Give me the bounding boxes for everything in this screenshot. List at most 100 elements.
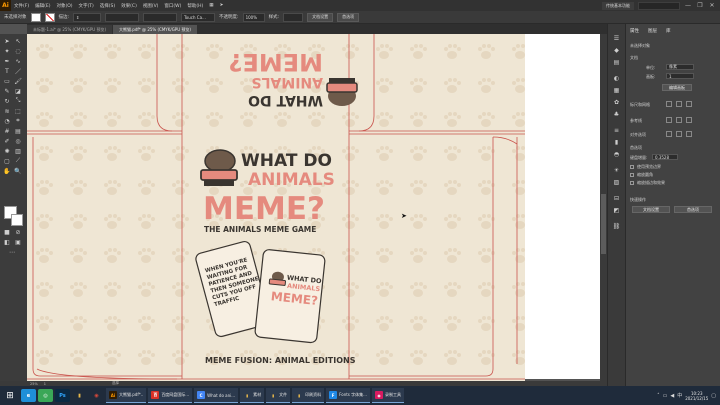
gradient-icon[interactable]: ▮	[612, 138, 621, 147]
symbols-icon[interactable]: ♣	[612, 110, 621, 119]
taskbar-app-folder-material[interactable]: ▮ 素材	[240, 388, 265, 403]
canvas-area[interactable]: WHAT DO ANIMALS MEME? WHAT DO ANIMALS ME…	[27, 34, 607, 386]
volume-icon[interactable]: ◀	[670, 393, 674, 399]
screen-mode-icon[interactable]: ▣	[14, 238, 22, 246]
quick-preferences-button[interactable]: 首选项	[674, 206, 712, 213]
artboard-select[interactable]: 1	[666, 73, 694, 79]
menu-effect[interactable]: 效果(C)	[118, 3, 140, 9]
stroke-color-swatch[interactable]	[11, 214, 23, 226]
color-mode-icon[interactable]: ■	[3, 228, 11, 236]
scale-strokes-checkbox[interactable]	[630, 181, 634, 185]
zoom-level[interactable]: 25%	[30, 382, 38, 386]
gradient-tool-icon[interactable]: ▤	[14, 127, 22, 135]
snap-pixel-icon[interactable]	[686, 131, 692, 137]
draw-mode-icon[interactable]: ◧	[3, 238, 11, 246]
tab-layers[interactable]: 图层	[648, 28, 657, 34]
fill-swatch[interactable]	[30, 12, 41, 22]
lock-guides-icon[interactable]	[676, 117, 682, 123]
taskbar-app-folder-print[interactable]: ▮ 印刷资料	[292, 388, 325, 403]
variable-width-field[interactable]	[105, 12, 140, 22]
libraries-icon[interactable]: ▤	[612, 58, 621, 67]
free-transform-icon[interactable]: ⬚	[14, 107, 22, 115]
taskbar-app-illustrator[interactable]: Ai 大熊猫.pdf*..	[106, 388, 147, 403]
document-setup-button[interactable]: 文档设置	[307, 12, 334, 22]
tab-libraries[interactable]: 库	[666, 28, 671, 34]
input-method-icon[interactable]: 中	[677, 392, 682, 399]
style-swatch[interactable]	[283, 12, 304, 22]
curvature-tool-icon[interactable]: ∿	[14, 57, 22, 65]
hand-tool-icon[interactable]: ✋	[3, 167, 11, 175]
menu-select[interactable]: 选择(S)	[97, 3, 118, 9]
grid-icon[interactable]	[676, 101, 682, 107]
units-select[interactable]: 像素	[666, 64, 694, 70]
minimize-button[interactable]: —	[684, 2, 692, 9]
network-icon[interactable]: ▭	[663, 393, 668, 399]
paintbrush-tool-icon[interactable]: 🖌	[14, 77, 22, 85]
send-icon[interactable]: ➤	[217, 3, 227, 8]
menu-window[interactable]: 窗口(W)	[161, 3, 184, 9]
type-tool-icon[interactable]: T	[3, 67, 11, 75]
rectangle-tool-icon[interactable]: ▭	[3, 77, 11, 85]
graphic-styles-icon[interactable]: ▨	[612, 178, 621, 187]
layers-icon[interactable]: ◆	[612, 46, 621, 55]
search-input[interactable]	[638, 1, 680, 10]
appearance-icon[interactable]: ☀	[612, 166, 621, 175]
taskbar-app-chrome[interactable]: C What do ani...	[194, 388, 239, 403]
keyboard-increment-field[interactable]: 0.3528	[652, 154, 678, 160]
arrange-documents-icon[interactable]: ▦	[206, 3, 216, 8]
preferences-button[interactable]: 首选项	[337, 12, 360, 22]
menu-type[interactable]: 文字(T)	[76, 3, 97, 9]
scrollbar-thumb[interactable]	[601, 194, 606, 254]
magic-wand-icon[interactable]: ✦	[3, 47, 11, 55]
artboard-navigator[interactable]: 1	[44, 382, 46, 386]
maximize-button[interactable]: ❐	[696, 2, 704, 9]
zoom-tool-icon[interactable]: 🔍	[14, 167, 22, 175]
selection-tool-icon[interactable]: ➤	[3, 37, 11, 45]
none-color-icon[interactable]: ⊘	[14, 228, 22, 236]
stroke-swatch[interactable]	[44, 12, 55, 22]
workspace-switcher[interactable]: 传统基本功能	[602, 1, 634, 10]
menu-file[interactable]: 文件(F)	[11, 3, 32, 9]
scale-corners-checkbox[interactable]	[630, 173, 634, 177]
brush-select[interactable]: Touch Ca...	[181, 12, 216, 22]
brushes-icon[interactable]: ✿	[612, 98, 621, 107]
taskbar-app-fonts[interactable]: F Fonts 字体集...	[326, 388, 370, 403]
transparency-icon[interactable]: ◓	[612, 150, 621, 159]
eyedropper-tool-icon[interactable]: ✐	[3, 137, 11, 145]
menu-view[interactable]: 视图(V)	[140, 3, 162, 9]
edit-artboard-button[interactable]: 编辑画板	[662, 84, 692, 91]
snap-point-icon[interactable]	[676, 131, 682, 137]
symbol-sprayer-icon[interactable]: ✺	[3, 147, 11, 155]
close-button[interactable]: ✕	[708, 2, 716, 9]
eraser-tool-icon[interactable]: ◪	[14, 87, 22, 95]
taskbar-app-folder-files[interactable]: ▮ 文件	[266, 388, 291, 403]
color-icon[interactable]: ◐	[612, 74, 621, 83]
shape-builder-icon[interactable]: ◔	[3, 117, 11, 125]
artboard[interactable]: WHAT DO ANIMALS MEME? WHAT DO ANIMALS ME…	[27, 34, 525, 386]
quick-document-setup-button[interactable]: 文档设置	[632, 206, 670, 213]
align-icon[interactable]: ⊟	[612, 194, 621, 203]
mesh-tool-icon[interactable]: #	[3, 127, 11, 135]
blend-tool-icon[interactable]: ◎	[14, 137, 22, 145]
tab-panda-pdf[interactable]: 大熊猫.pdf* @ 25% (CMYK/GPU 预览)	[113, 25, 197, 34]
menu-help[interactable]: 帮助(H)	[184, 3, 206, 9]
line-tool-icon[interactable]: ／	[14, 67, 22, 76]
photoshop-icon[interactable]: Ps	[55, 389, 70, 402]
snap-grid-icon[interactable]	[666, 131, 672, 137]
tab-properties[interactable]: 属性	[630, 28, 639, 34]
rotate-tool-icon[interactable]: ↻	[3, 97, 11, 105]
vertical-scrollbar[interactable]	[600, 34, 607, 386]
tab-untitled[interactable]: 未标题-1.ai* @ 25% (CMYK/GPU 预览)	[27, 25, 113, 34]
transparency-grid-icon[interactable]	[686, 101, 692, 107]
ie-icon[interactable]: e	[21, 389, 36, 402]
warp-tool-icon[interactable]: ≋	[3, 107, 11, 115]
opacity-field[interactable]: 100%	[242, 12, 265, 22]
show-guides-icon[interactable]	[666, 117, 672, 123]
direct-selection-tool-icon[interactable]: ↖	[14, 37, 22, 45]
stroke-icon[interactable]: ≡	[612, 126, 621, 135]
folder-icon[interactable]: ▮	[72, 389, 87, 402]
stroke-weight-field[interactable]: ⇕	[73, 12, 102, 22]
ruler-icon[interactable]	[666, 101, 672, 107]
360-icon[interactable]: ◎	[38, 389, 53, 402]
graph-tool-icon[interactable]: ▥	[14, 147, 22, 155]
